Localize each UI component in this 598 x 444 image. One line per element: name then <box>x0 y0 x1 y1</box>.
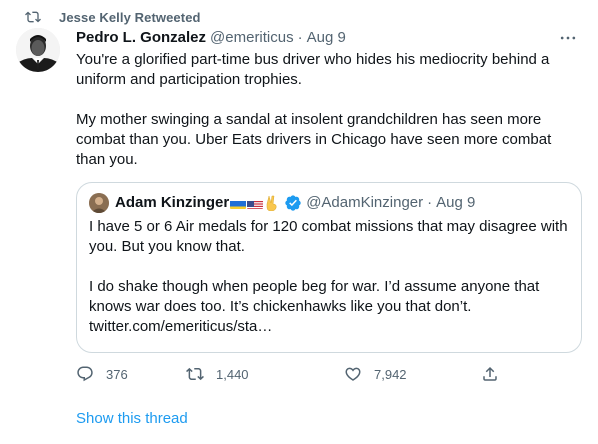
victory-hand-icon <box>265 195 279 212</box>
reply-icon <box>77 366 93 382</box>
like-count: 7,942 <box>374 366 407 382</box>
author-handle[interactable]: @emeriticus <box>210 28 294 48</box>
share-icon <box>483 366 497 381</box>
reply-count: 376 <box>106 366 128 382</box>
separator-dot: · <box>427 194 433 211</box>
avatar[interactable] <box>16 28 60 72</box>
quoted-author-handle[interactable]: @AdamKinzinger <box>306 193 423 213</box>
tweet-text: You're a glorified part-time bus driver … <box>76 50 576 170</box>
share-button[interactable] <box>481 365 511 383</box>
quoted-paragraph: I have 5 or 6 Air medals for 120 combat … <box>89 218 568 255</box>
retweet-context[interactable]: Jesse Kelly Retweeted <box>23 8 201 26</box>
retweet-icon <box>186 367 204 381</box>
retweet-button[interactable]: 1,440 <box>186 365 249 383</box>
like-button[interactable]: 7,942 <box>344 365 407 383</box>
tweet-header: Pedro L. Gonzalez @emeriticus · Aug 9 <box>76 28 584 48</box>
quoted-tweet[interactable]: Adam Kinzinger @AdamKinzinger · Aug 9 I … <box>76 182 582 353</box>
reply-button[interactable]: 376 <box>76 365 128 383</box>
verified-badge-icon <box>285 195 301 211</box>
tweet-actions: 376 1,440 7,942 <box>76 365 516 387</box>
more-horizontal-icon[interactable] <box>558 28 578 48</box>
ukraine-flag-icon <box>230 198 247 209</box>
quoted-paragraph: I do shake though when people beg for wa… <box>89 278 540 335</box>
quoted-avatar <box>89 193 109 213</box>
separator-dot: · <box>297 29 303 46</box>
tweet-paragraph: You're a glorified part-time bus driver … <box>76 51 550 88</box>
author-name[interactable]: Pedro L. Gonzalez <box>76 28 206 48</box>
retweet-icon <box>25 11 41 23</box>
quoted-tweet-text: I have 5 or 6 Air medals for 120 combat … <box>89 217 571 337</box>
heart-icon <box>345 367 361 381</box>
show-thread-link[interactable]: Show this thread <box>76 410 188 427</box>
retweet-count: 1,440 <box>216 366 249 382</box>
us-flag-icon <box>247 198 264 209</box>
tweet-date[interactable]: Aug 9 <box>307 28 346 48</box>
retweet-context-label: Jesse Kelly Retweeted <box>59 9 201 25</box>
tweet-paragraph: My mother swinging a sandal at insolent … <box>76 111 552 168</box>
avatar-image <box>16 28 60 72</box>
tweet[interactable]: Pedro L. Gonzalez @emeriticus · Aug 9 Yo… <box>76 28 584 170</box>
quoted-author-name[interactable]: Adam Kinzinger <box>115 193 229 213</box>
quoted-tweet-header: Adam Kinzinger @AdamKinzinger · Aug 9 <box>89 193 569 213</box>
quoted-tweet-date[interactable]: Aug 9 <box>436 193 475 213</box>
